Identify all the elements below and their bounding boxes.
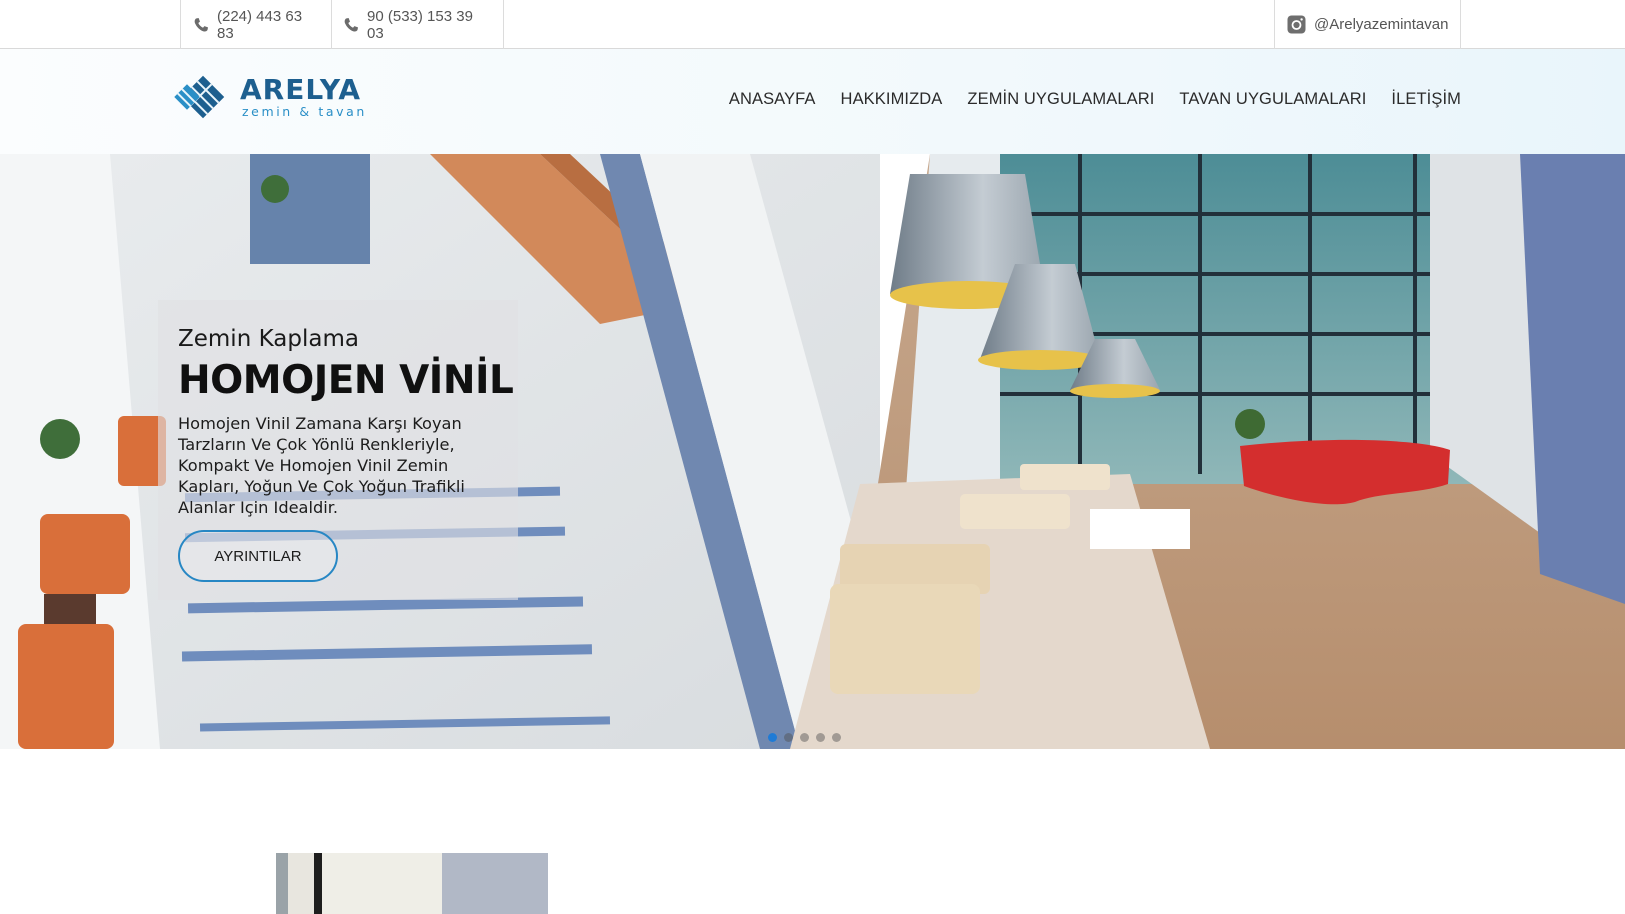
- slide-subtitle: Zemin Kaplama: [178, 326, 359, 352]
- slider-dot-5[interactable]: [832, 733, 841, 742]
- slider-dot-3[interactable]: [800, 733, 809, 742]
- nav-item-iletisim[interactable]: İLETİŞİM: [1391, 90, 1461, 109]
- arelya-logo[interactable]: ARELYA zemin & tavan: [172, 73, 367, 121]
- logo-tagline: zemin & tavan: [242, 103, 367, 119]
- slide-title: HOMOJEN VİNİL: [178, 358, 514, 403]
- phone-contact-1[interactable]: (224) 443 63 83: [180, 0, 332, 49]
- nav-item-zemin-uygulamalari[interactable]: ZEMİN UYGULAMALARI: [967, 90, 1154, 109]
- slider-pagination: [768, 733, 841, 742]
- logo-mark-icon: [174, 75, 225, 119]
- phone-icon: [194, 17, 208, 31]
- instagram-handle: @Arelyazemintavan: [1314, 16, 1449, 33]
- logo-name: ARELYA: [240, 72, 362, 106]
- main-nav: ANASAYFA HAKKIMIZDA ZEMİN UYGULAMALARI T…: [729, 90, 1461, 109]
- phone-number-1: (224) 443 63 83: [217, 7, 303, 42]
- phone-contact-2[interactable]: 90 (533) 153 39 03: [331, 0, 504, 49]
- slider-dot-4[interactable]: [816, 733, 825, 742]
- details-button[interactable]: AYRINTILAR: [178, 530, 338, 582]
- instagram-icon: [1287, 15, 1306, 34]
- phone-icon: [344, 17, 358, 31]
- slider-dot-2[interactable]: [784, 733, 793, 742]
- nav-item-anasayfa[interactable]: ANASAYFA: [729, 90, 816, 109]
- nav-item-tavan-uygulamalari[interactable]: TAVAN UYGULAMALARI: [1179, 90, 1366, 109]
- slider-dot-1[interactable]: [768, 733, 777, 742]
- slide-caption: Zemin Kaplama HOMOJEN VİNİL Homojen Vini…: [158, 300, 518, 600]
- nav-item-hakkimizda[interactable]: HAKKIMIZDA: [841, 90, 943, 109]
- top-bar: (224) 443 63 83 90 (533) 153 39 03 @Arel…: [0, 0, 1625, 49]
- site-header: ARELYA zemin & tavan ANASAYFA HAKKIMIZDA…: [0, 49, 1625, 154]
- phone-number-2: 90 (533) 153 39 03: [367, 7, 473, 42]
- slide-description: Homojen Vinil Zamana Karşı Koyan Tarzlar…: [178, 414, 465, 517]
- hero-slider[interactable]: Zemin Kaplama HOMOJEN VİNİL Homojen Vini…: [0, 154, 1625, 749]
- section-image: [276, 853, 548, 914]
- instagram-link[interactable]: @Arelyazemintavan: [1274, 0, 1461, 49]
